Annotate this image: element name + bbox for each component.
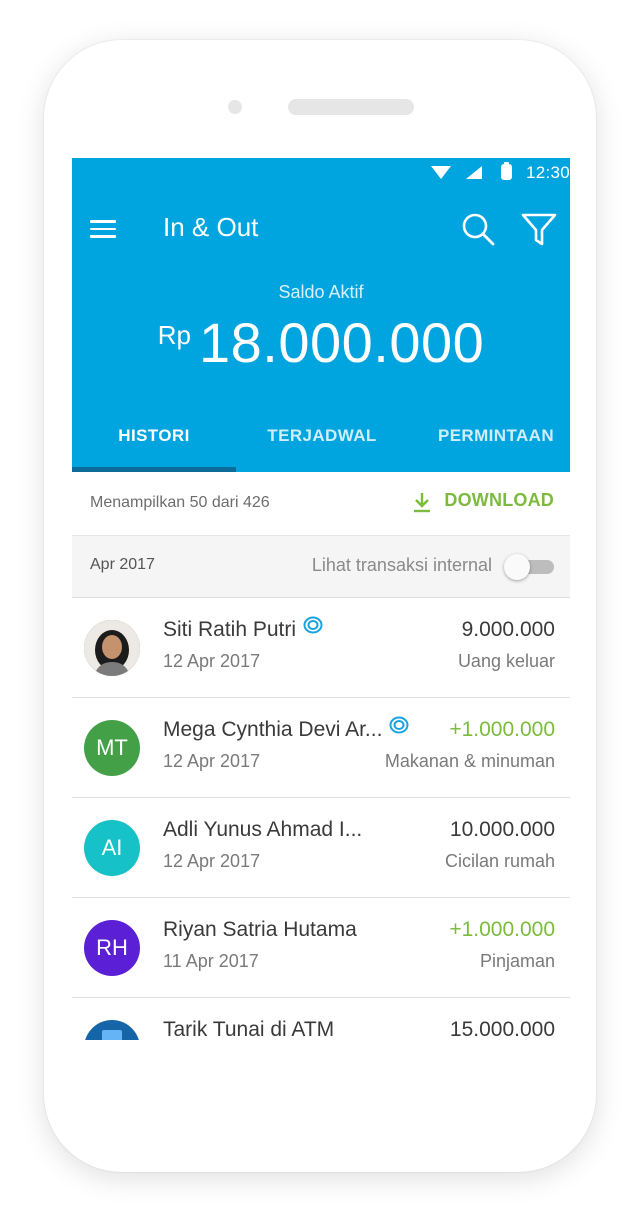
contact-name: Riyan Satria Hutama bbox=[163, 918, 357, 941]
status-time: 12:30 bbox=[525, 163, 570, 182]
balance-amount: 18.000.000 bbox=[198, 311, 485, 374]
tab-permintaan[interactable]: PERMINTAAN bbox=[416, 416, 570, 472]
avatar bbox=[84, 620, 140, 676]
summary-bar: Menampilkan 50 dari 426 DOWNLOAD bbox=[72, 472, 570, 536]
transaction-category: Cicilan rumah bbox=[444, 851, 555, 871]
contact-name-text: Siti Ratih Putri bbox=[163, 618, 297, 641]
balance-label: Saldo Aktif bbox=[278, 282, 364, 302]
verified-icon bbox=[302, 616, 324, 640]
download-button[interactable]: DOWNLOAD bbox=[414, 490, 554, 513]
download-label: DOWNLOAD bbox=[444, 490, 554, 510]
section-month: Apr 2017 bbox=[90, 556, 155, 573]
internal-transactions-label: Lihat transaksi internal bbox=[311, 555, 492, 575]
transaction-date: 12 Apr 2017 bbox=[163, 751, 261, 771]
transaction-category: Uang keluar bbox=[457, 651, 555, 671]
menu-icon[interactable] bbox=[90, 220, 116, 238]
status-bar: 12:30 bbox=[72, 158, 570, 188]
page-title: In & Out bbox=[163, 212, 259, 242]
download-icon bbox=[414, 493, 431, 513]
internal-transactions-toggle[interactable] bbox=[504, 554, 554, 580]
transaction-row[interactable]: AI Adli Yunus Ahmad I... 12 Apr 2017 10.… bbox=[72, 798, 570, 898]
tab-bar: HISTORI TERJADWAL PERMINTAAN bbox=[72, 416, 570, 472]
transaction-date: 12 Apr 2017 bbox=[163, 651, 261, 671]
app-header: 12:30 In & Out Saldo Aktif Rp 18.000.000 … bbox=[72, 158, 570, 472]
transaction-list: Siti Ratih Putri 12 Apr 2017 9.000.000 U… bbox=[72, 598, 570, 1040]
verified-icon bbox=[388, 716, 410, 740]
transaction-row[interactable]: Tarik Tunai di ATM 15.000.000 bbox=[72, 998, 570, 1040]
avatar: MT bbox=[84, 720, 140, 776]
tab-histori[interactable]: HISTORI bbox=[72, 416, 236, 472]
contact-name: Siti Ratih Putri bbox=[163, 616, 324, 642]
transaction-category: Makanan & minuman bbox=[384, 751, 555, 771]
transaction-row[interactable]: Siti Ratih Putri 12 Apr 2017 9.000.000 U… bbox=[72, 598, 570, 698]
balance-display: Rp 18.000.000 bbox=[72, 310, 570, 375]
contact-name: Adli Yunus Ahmad I... bbox=[163, 818, 363, 841]
transaction-amount: 9.000.000 bbox=[461, 618, 555, 641]
avatar: RH bbox=[84, 920, 140, 976]
transaction-amount: 15.000.000 bbox=[449, 1018, 555, 1040]
transaction-amount: 10.000.000 bbox=[449, 818, 555, 841]
month-section-header: Apr 2017 Lihat transaksi internal bbox=[72, 536, 570, 598]
transaction-amount: +1.000.000 bbox=[449, 718, 555, 741]
signal-icon bbox=[466, 166, 482, 179]
battery-icon bbox=[501, 162, 512, 180]
wifi-icon bbox=[431, 166, 451, 179]
transaction-date: 12 Apr 2017 bbox=[163, 851, 261, 871]
app-screen: 12:30 In & Out Saldo Aktif Rp 18.000.000 … bbox=[72, 158, 570, 1040]
search-icon[interactable] bbox=[460, 211, 496, 247]
atm-icon bbox=[84, 1020, 140, 1040]
contact-name: Tarik Tunai di ATM bbox=[163, 1018, 335, 1040]
phone-camera bbox=[228, 100, 242, 114]
transaction-row[interactable]: MT Mega Cynthia Devi Ar... 12 Apr 2017 +… bbox=[72, 698, 570, 798]
transaction-row[interactable]: RH Riyan Satria Hutama 11 Apr 2017 +1.00… bbox=[72, 898, 570, 998]
transaction-amount: +1.000.000 bbox=[449, 918, 555, 941]
tab-terjadwal[interactable]: TERJADWAL bbox=[244, 416, 400, 472]
phone-speaker bbox=[288, 99, 414, 115]
avatar: AI bbox=[84, 820, 140, 876]
transaction-date: 11 Apr 2017 bbox=[163, 951, 259, 971]
transaction-category: Pinjaman bbox=[479, 951, 555, 971]
contact-name: Mega Cynthia Devi Ar... bbox=[163, 716, 410, 742]
result-count: Menampilkan 50 dari 426 bbox=[90, 494, 270, 511]
contact-name-text: Mega Cynthia Devi Ar... bbox=[163, 718, 383, 741]
filter-icon[interactable] bbox=[520, 211, 558, 247]
balance-currency: Rp bbox=[157, 320, 191, 350]
